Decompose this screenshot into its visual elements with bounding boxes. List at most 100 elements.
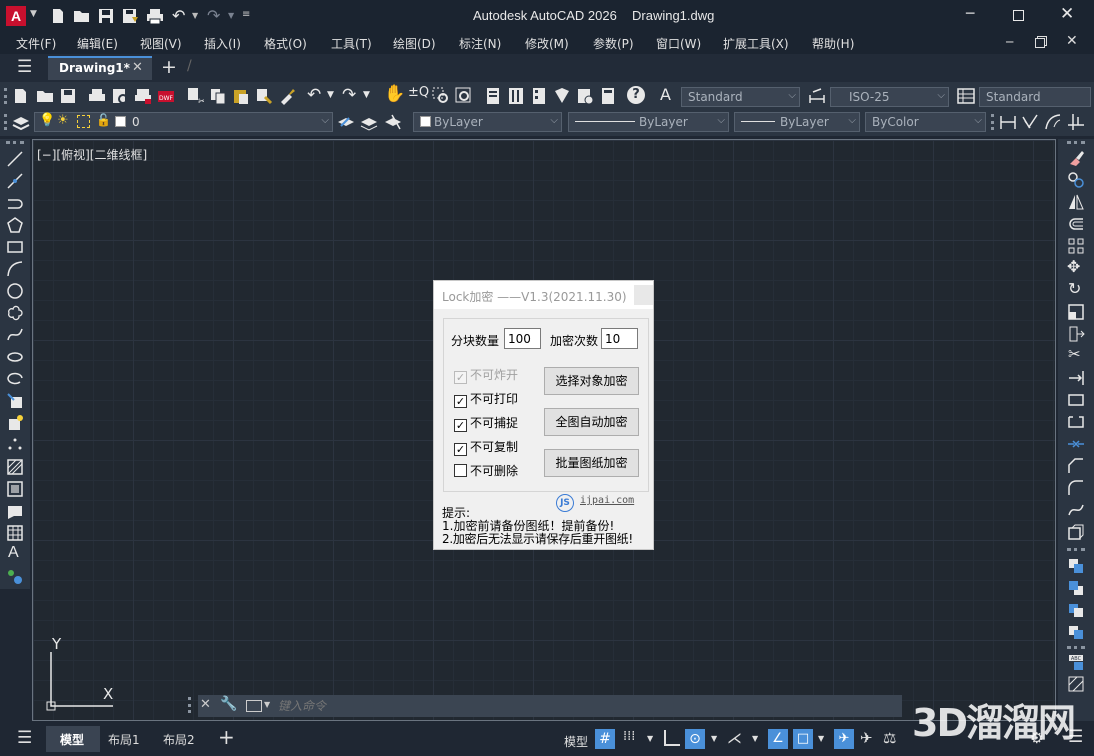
match-properties-icon[interactable]: [255, 87, 273, 105]
multiline-text-icon[interactable]: A: [8, 544, 19, 562]
menu-modify[interactable]: 修改(M): [525, 35, 569, 52]
draw-toolbar-grip[interactable]: [6, 141, 24, 144]
paste-icon[interactable]: [232, 87, 250, 105]
make-block-icon[interactable]: [6, 414, 24, 432]
copy-object-icon[interactable]: [1067, 171, 1085, 189]
calculator-icon[interactable]: [599, 87, 617, 105]
plotstyle-select[interactable]: ByColor ⌵: [865, 112, 986, 132]
ordinate-dim-icon[interactable]: [1067, 113, 1085, 131]
redo-arrow-icon[interactable]: ▼: [228, 11, 234, 20]
rectangle-icon[interactable]: [6, 238, 24, 256]
trim-icon[interactable]: ✂: [1068, 345, 1081, 363]
explode-icon[interactable]: [1067, 523, 1085, 541]
save-toolbar-icon[interactable]: [59, 87, 77, 105]
app-menu-arrow-icon[interactable]: ▼: [30, 9, 37, 19]
sheet-set-icon[interactable]: [553, 87, 571, 105]
mirror-icon[interactable]: [1067, 193, 1085, 211]
insert-block-icon[interactable]: [6, 392, 24, 410]
circle-icon[interactable]: [6, 282, 24, 300]
auto-scale-icon[interactable]: ✈: [860, 729, 873, 747]
maximize-icon[interactable]: [1013, 10, 1024, 21]
cut-icon[interactable]: ✂: [186, 87, 204, 105]
annotation-scale-icon[interactable]: ⚖: [883, 729, 896, 747]
doc-restore-icon[interactable]: [1035, 38, 1045, 48]
customize-qat-icon[interactable]: ≡: [242, 9, 250, 20]
modify-toolbar-grip[interactable]: [1067, 141, 1085, 144]
menu-express-tools[interactable]: 扩展工具(X): [723, 35, 789, 52]
ellipse-arc-icon[interactable]: [6, 370, 24, 388]
text-style-select[interactable]: Standard ⌵: [681, 87, 800, 107]
toolbar2-grip-right[interactable]: [991, 114, 994, 130]
ortho-icon[interactable]: [664, 730, 680, 746]
menu-tools[interactable]: 工具(T): [331, 35, 372, 52]
minimize-icon[interactable]: ─: [966, 6, 974, 22]
menu-view[interactable]: 视图(V): [140, 35, 182, 52]
encrypt-times-input[interactable]: [601, 328, 638, 349]
cmdline-close-icon[interactable]: ✕: [200, 697, 211, 712]
aligned-dim-icon[interactable]: [1021, 113, 1039, 131]
publish-icon[interactable]: [134, 87, 152, 105]
tab-layout2[interactable]: 布局2: [163, 731, 195, 748]
snap-arrow-icon[interactable]: ▼: [647, 734, 653, 743]
checkbox-no-print[interactable]: ✓ 不可打印: [454, 390, 518, 408]
move-icon[interactable]: ✥: [1067, 257, 1080, 276]
stretch-icon[interactable]: [1067, 325, 1085, 343]
save-as-icon[interactable]: [122, 8, 140, 24]
layer-state-icon[interactable]: [384, 113, 402, 131]
draw-order-grip-2[interactable]: [1067, 646, 1085, 649]
osnap-arrow-icon[interactable]: ▼: [818, 734, 824, 743]
line-icon[interactable]: [6, 150, 24, 168]
properties-icon[interactable]: [484, 87, 502, 105]
text-front-icon[interactable]: ABC: [1067, 653, 1085, 671]
revision-cloud-icon[interactable]: [6, 304, 24, 322]
table-style-icon[interactable]: [957, 87, 975, 105]
tb-undo-arrow-icon[interactable]: ▼: [327, 90, 334, 100]
point-icon[interactable]: [6, 436, 24, 454]
tab-close-icon[interactable]: ✕: [132, 60, 143, 75]
hatch-back-icon[interactable]: [1067, 675, 1085, 693]
dialog-close-button[interactable]: [634, 285, 653, 305]
lineweight-select[interactable]: ByLayer ⌵: [734, 112, 860, 132]
menu-insert[interactable]: 插入(I): [204, 35, 241, 52]
table-style-select[interactable]: Standard: [979, 87, 1091, 107]
tb-redo-icon[interactable]: ↷: [342, 85, 356, 105]
join-icon[interactable]: [1067, 435, 1085, 453]
tab-drawing1[interactable]: Drawing1* ✕: [48, 56, 152, 80]
break-icon[interactable]: [1067, 413, 1085, 431]
design-center-icon[interactable]: [507, 87, 525, 105]
dim-style-icon[interactable]: [808, 87, 826, 105]
array-icon[interactable]: [1067, 237, 1085, 255]
fillet-icon[interactable]: [1067, 479, 1085, 497]
add-selected-icon[interactable]: [6, 568, 24, 586]
scale-icon[interactable]: [1067, 303, 1085, 321]
redo-icon[interactable]: ↷: [207, 6, 220, 25]
construction-line-icon[interactable]: [6, 172, 24, 190]
tab-model[interactable]: 模型: [46, 726, 100, 752]
tab-layout1[interactable]: 布局1: [108, 731, 140, 748]
isodraft-arrow-icon[interactable]: ▼: [752, 734, 758, 743]
viewport-controls-label[interactable]: [−][俯视][二维线框]: [37, 146, 147, 163]
undo-arrow-icon[interactable]: ▼: [192, 11, 198, 20]
erase-icon[interactable]: [1067, 149, 1085, 167]
cmdline-customize-icon[interactable]: 🔧: [220, 696, 237, 712]
layout-menu-icon[interactable]: ☰: [17, 728, 32, 748]
zoom-previous-icon[interactable]: [455, 87, 473, 105]
annotation-visibility-icon[interactable]: ✈: [834, 729, 854, 749]
zoom-window-icon[interactable]: [432, 87, 450, 105]
save-icon[interactable]: [98, 8, 114, 24]
pan-icon[interactable]: ✋: [384, 84, 405, 104]
hamburger-menu-icon[interactable]: ☰: [17, 57, 32, 77]
polar-arrow-icon[interactable]: ▼: [711, 734, 717, 743]
dwf-icon[interactable]: DWF: [157, 87, 175, 105]
checkbox-box[interactable]: ✓: [454, 395, 467, 408]
tb-undo-icon[interactable]: ↶: [307, 85, 321, 105]
new-tab-icon[interactable]: +: [161, 56, 177, 78]
site-link[interactable]: ijpai.com: [580, 495, 634, 506]
markup-icon[interactable]: [576, 87, 594, 105]
grid-icon[interactable]: #: [595, 729, 615, 749]
tb-redo-arrow-icon[interactable]: ▼: [363, 90, 370, 100]
polygon-icon[interactable]: [6, 216, 24, 234]
open-icon[interactable]: [36, 87, 54, 105]
tool-palettes-icon[interactable]: [530, 87, 548, 105]
batch-encrypt-button[interactable]: 批量图纸加密: [544, 449, 639, 477]
